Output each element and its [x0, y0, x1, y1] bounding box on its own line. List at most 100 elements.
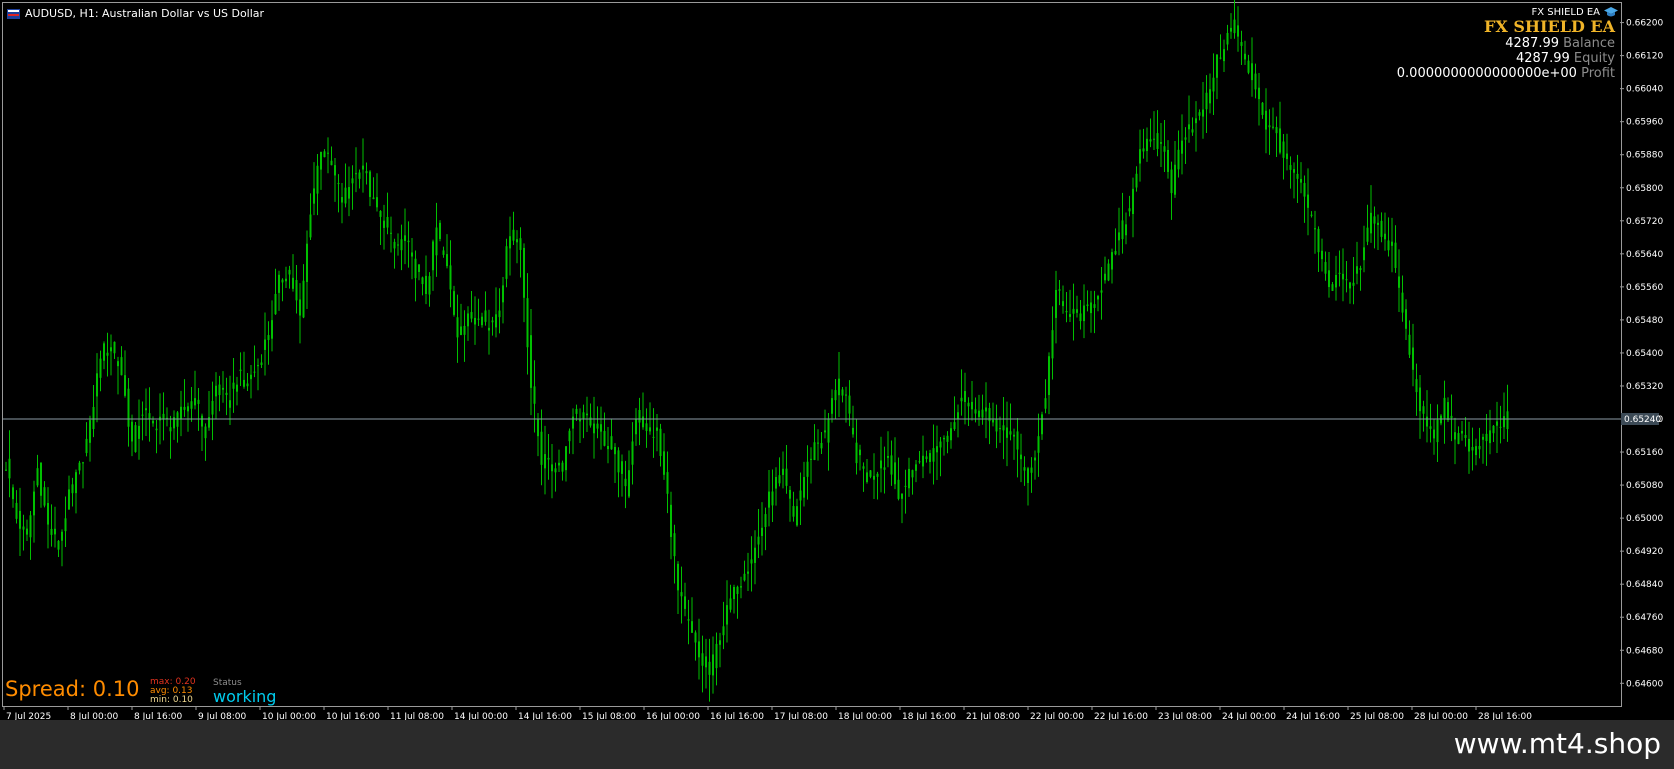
candle-body: [1184, 137, 1187, 140]
candle: [526, 273, 529, 375]
candle-body: [862, 466, 865, 469]
candle: [1422, 400, 1425, 432]
candle: [1303, 175, 1306, 223]
candle: [491, 316, 494, 336]
candle-body: [663, 451, 665, 475]
candle-body: [614, 446, 616, 455]
candle-body: [1293, 169, 1295, 173]
candle-body: [547, 457, 550, 460]
candle: [418, 263, 420, 281]
candle-body: [243, 379, 245, 387]
candle: [1429, 403, 1432, 443]
candle-body: [866, 472, 868, 483]
candle-body: [838, 378, 840, 396]
candle-body: [264, 339, 266, 350]
candle: [943, 435, 945, 456]
candle: [1219, 34, 1222, 60]
candle-body: [474, 317, 476, 325]
candle-body: [1121, 220, 1124, 240]
candle-body: [750, 559, 753, 564]
candle-body: [197, 399, 200, 404]
candle-body: [1426, 416, 1428, 427]
candle-body: [1160, 142, 1162, 144]
candle: [1370, 185, 1372, 243]
candle: [362, 138, 364, 193]
candle-body: [1209, 89, 1211, 104]
candle-body: [43, 487, 46, 506]
price-chart[interactable]: 0.66200 0.66120 0.66040 0.65960 0.65880 0.658…: [0, 0, 1674, 720]
candle: [145, 388, 147, 436]
candle-body: [827, 418, 830, 443]
candle-body: [649, 427, 651, 432]
candle-body: [1366, 227, 1369, 242]
candle: [1461, 421, 1463, 441]
candle-body: [1146, 138, 1148, 152]
candle-body: [260, 362, 263, 365]
candle-body: [673, 533, 676, 557]
candle-body: [1282, 141, 1285, 158]
candle-body: [1506, 411, 1509, 430]
x-tick-label: 16 Jul 16:00: [710, 712, 764, 720]
equity-value: 4287.99: [1515, 51, 1570, 66]
candle-body: [806, 461, 809, 477]
candle: [925, 450, 928, 463]
candle-body: [1349, 282, 1351, 289]
candle: [323, 149, 326, 158]
candle-body: [418, 264, 420, 272]
candle: [764, 507, 767, 551]
candle: [1261, 101, 1264, 119]
candle: [953, 396, 956, 431]
candle: [1258, 72, 1260, 126]
candle: [1489, 409, 1491, 455]
candle-body: [705, 656, 707, 668]
candle: [820, 432, 823, 454]
candle-body: [593, 423, 595, 434]
y-tick-label: 0.66040: [1626, 85, 1663, 95]
candle: [568, 428, 571, 454]
candle-body: [1111, 252, 1113, 270]
current-price-tag: 0.65240: [1624, 415, 1661, 425]
candle-body: [334, 165, 336, 176]
candle-body: [211, 400, 214, 415]
candle-body: [477, 318, 480, 320]
candle: [505, 238, 508, 288]
candle: [1289, 156, 1292, 189]
candle-body: [579, 419, 581, 422]
candle-body: [915, 464, 917, 471]
y-tick-label: 0.66120: [1626, 52, 1663, 62]
candle: [792, 491, 795, 522]
candle-body: [876, 473, 879, 477]
candle: [82, 461, 84, 489]
candle-body: [1279, 128, 1281, 153]
candle: [1016, 417, 1019, 478]
candle-body: [873, 475, 875, 480]
candle-body: [1156, 133, 1159, 149]
candle: [306, 230, 308, 310]
candle: [239, 352, 242, 386]
candle: [1093, 290, 1096, 334]
candle-body: [757, 536, 760, 545]
candle: [152, 416, 154, 427]
chart-symbol-label: AUDUSD, H1: Australian Dollar vs US Doll…: [7, 7, 264, 20]
candle: [911, 469, 914, 495]
candle: [666, 451, 669, 514]
candle: [736, 585, 739, 619]
candle-body: [901, 493, 903, 499]
candle-body: [502, 285, 504, 303]
candle: [1058, 279, 1061, 306]
candle-body: [792, 506, 795, 517]
candle: [603, 412, 606, 447]
candle-body: [470, 312, 473, 319]
candle: [708, 638, 711, 702]
candle-body: [999, 428, 1001, 430]
candle-body: [1230, 27, 1232, 32]
candle: [827, 413, 830, 471]
candle: [176, 410, 179, 443]
candle: [218, 375, 221, 412]
candle-body: [834, 390, 837, 401]
candle: [425, 255, 427, 305]
candle-body: [1226, 32, 1229, 45]
x-tick-label: 7 Jul 2025: [6, 712, 51, 720]
candle: [225, 377, 228, 416]
candle-body: [1328, 270, 1330, 288]
